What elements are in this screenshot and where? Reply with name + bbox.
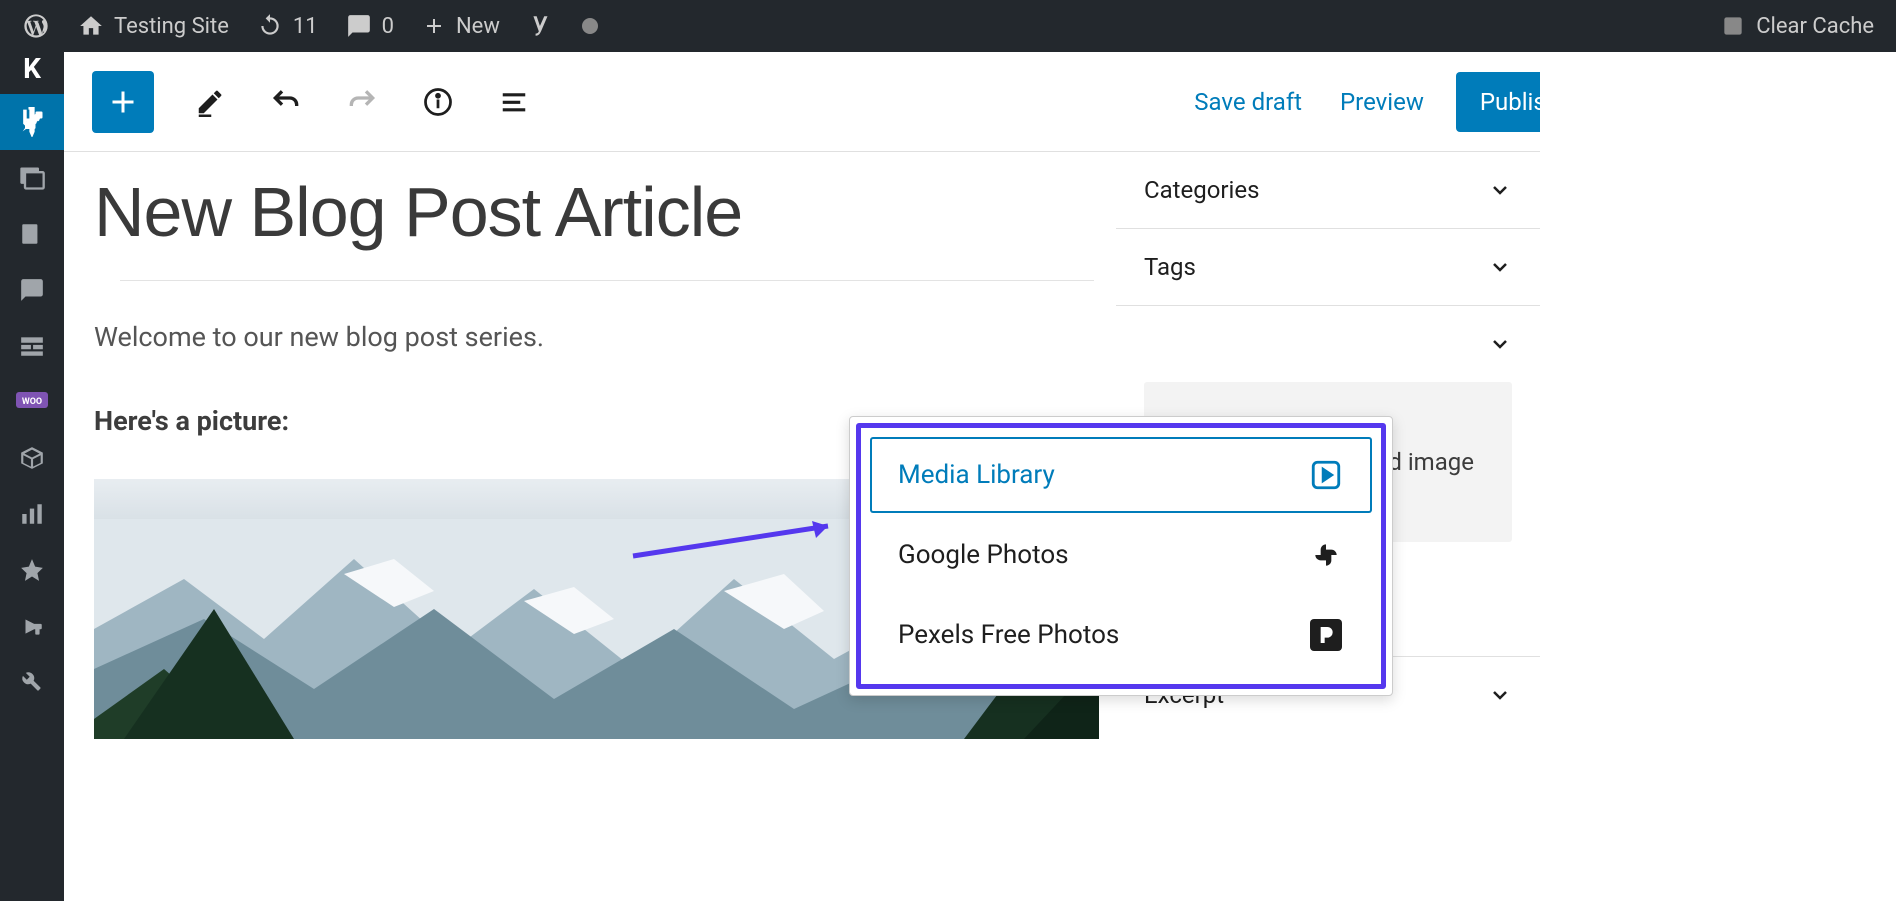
updates-count: 11 xyxy=(293,14,318,39)
add-block-button[interactable] xyxy=(92,71,154,133)
updates[interactable]: 11 xyxy=(243,0,332,52)
kinsta-logo[interactable]: K xyxy=(0,52,64,94)
comments-count: 0 xyxy=(382,14,394,39)
list-icon xyxy=(499,87,529,117)
cropped-area xyxy=(1540,52,1896,901)
star-icon xyxy=(19,557,45,583)
clear-cache[interactable]: Clear Cache xyxy=(1706,13,1888,39)
chevron-down-icon xyxy=(1488,255,1512,279)
k-letter: K xyxy=(23,52,41,85)
tags-label: Tags xyxy=(1144,253,1196,281)
wp-logo[interactable] xyxy=(8,0,64,52)
info-button[interactable] xyxy=(418,82,458,122)
pencil-icon xyxy=(195,87,225,117)
media-library-label: Media Library xyxy=(898,460,1055,490)
title-separator xyxy=(120,280,1094,281)
box-icon xyxy=(19,445,45,471)
new-content[interactable]: New xyxy=(408,0,514,52)
post-title[interactable]: New Blog Post Article xyxy=(94,172,1094,252)
edit-mode-button[interactable] xyxy=(190,82,230,122)
google-photos-label: Google Photos xyxy=(898,540,1069,570)
tags-panel-toggle[interactable]: Tags xyxy=(1116,229,1540,305)
pexels-option[interactable]: Pexels Free Photos xyxy=(870,597,1372,673)
chevron-up-icon xyxy=(1488,332,1512,356)
new-label: New xyxy=(456,14,500,39)
redo-icon xyxy=(346,86,378,118)
dot-icon xyxy=(582,18,598,34)
plus-icon xyxy=(105,84,141,120)
sidebar-feedback[interactable] xyxy=(0,318,64,374)
yoast-icon xyxy=(528,13,554,39)
comment-icon xyxy=(346,13,372,39)
site-home[interactable]: Testing Site xyxy=(64,0,243,52)
wrench-icon xyxy=(19,669,45,695)
categories-panel-toggle[interactable]: Categories xyxy=(1116,152,1540,228)
intro-paragraph[interactable]: Welcome to our new blog post series. xyxy=(94,321,1094,353)
media-library-option[interactable]: Media Library xyxy=(870,437,1372,513)
comments-sidebar-icon xyxy=(19,277,45,303)
outline-button[interactable] xyxy=(494,82,534,122)
sidebar-pages[interactable] xyxy=(0,206,64,262)
google-photos-icon xyxy=(1308,537,1344,573)
sidebar-ratings[interactable] xyxy=(0,542,64,598)
admin-bar: Testing Site 11 0 New Clear Cache xyxy=(0,0,1896,52)
yoast-adminbar[interactable] xyxy=(514,0,568,52)
preview-button[interactable]: Preview xyxy=(1334,78,1430,126)
info-icon xyxy=(423,87,453,117)
media-source-popover: Media Library Google Photos Pexels Free … xyxy=(849,416,1393,696)
form-icon xyxy=(19,333,45,359)
wordpress-icon xyxy=(22,12,50,40)
cache-icon xyxy=(1720,13,1746,39)
status-dot[interactable] xyxy=(568,0,612,52)
play-icon xyxy=(1308,457,1344,493)
undo-button[interactable] xyxy=(266,82,306,122)
sidebar-marketing[interactable] xyxy=(0,598,64,654)
undo-icon xyxy=(270,86,302,118)
comments[interactable]: 0 xyxy=(332,0,408,52)
refresh-icon xyxy=(257,13,283,39)
clear-cache-label: Clear Cache xyxy=(1756,14,1874,39)
media-icon xyxy=(18,164,46,192)
chevron-down-icon xyxy=(1488,178,1512,202)
woo-icon: WOO xyxy=(16,392,48,412)
categories-label: Categories xyxy=(1144,176,1260,204)
bars-icon xyxy=(19,501,45,527)
home-icon xyxy=(78,13,104,39)
google-photos-option[interactable]: Google Photos xyxy=(870,517,1372,593)
site-name-text: Testing Site xyxy=(114,14,229,39)
sidebar-products[interactable] xyxy=(0,430,64,486)
sidebar-tools[interactable] xyxy=(0,654,64,710)
sidebar-analytics[interactable] xyxy=(0,486,64,542)
pages-icon xyxy=(19,221,45,247)
chevron-down-icon xyxy=(1488,683,1512,707)
megaphone-icon xyxy=(19,613,45,639)
sidebar-posts[interactable] xyxy=(0,94,64,150)
redo-button[interactable] xyxy=(342,82,382,122)
plus-icon xyxy=(422,14,446,38)
sidebar-woocommerce[interactable]: WOO xyxy=(0,374,64,430)
pexels-icon xyxy=(1308,617,1344,653)
pin-icon xyxy=(18,108,46,136)
sidebar-media[interactable] xyxy=(0,150,64,206)
admin-sidebar: WOO xyxy=(0,94,64,901)
featured-image-panel-toggle[interactable]: Featured image xyxy=(1116,306,1540,382)
svg-text:WOO: WOO xyxy=(22,397,42,407)
pexels-label: Pexels Free Photos xyxy=(898,620,1119,650)
save-draft-button[interactable]: Save draft xyxy=(1188,78,1308,126)
sidebar-comments[interactable] xyxy=(0,262,64,318)
